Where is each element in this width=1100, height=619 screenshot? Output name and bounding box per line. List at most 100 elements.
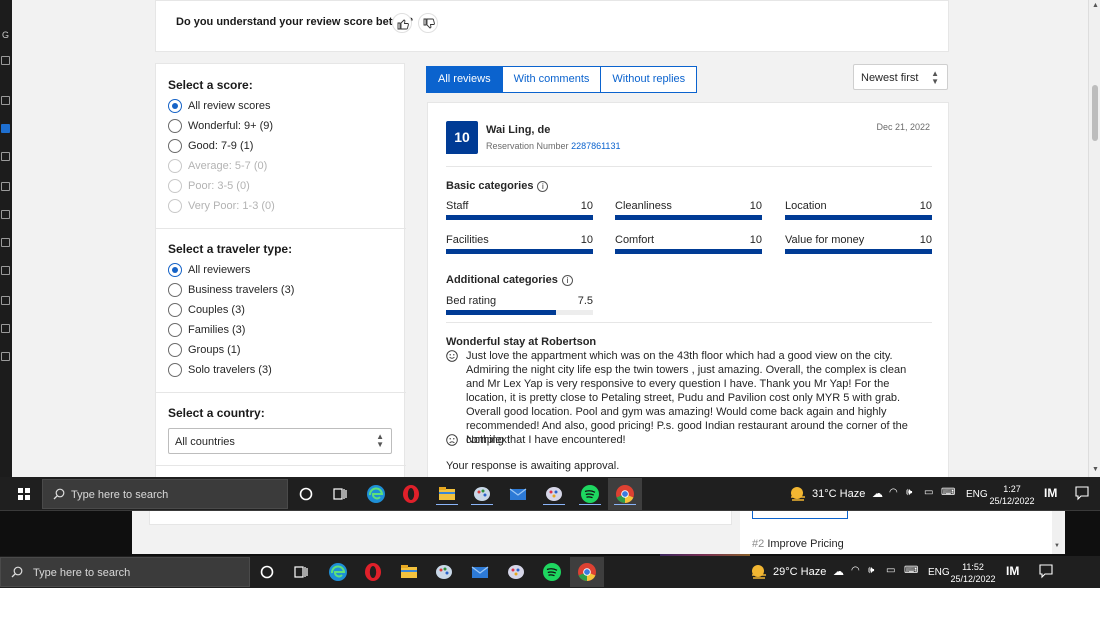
score-option-all[interactable]: All review scores [168, 98, 271, 114]
battery-icon[interactable]: ▭ [886, 565, 895, 576]
weather-sun-icon[interactable] [787, 483, 809, 505]
score-option-wonderful[interactable]: Wonderful: 9+ (9) [168, 118, 273, 134]
page-scrollbar[interactable]: ▲ ▼ [1088, 0, 1100, 477]
radio[interactable] [168, 363, 182, 377]
radio[interactable] [168, 323, 182, 337]
file-explorer-icon[interactable] [398, 561, 420, 583]
tab-all-reviews[interactable]: All reviews [426, 66, 503, 93]
grid-icon[interactable] [1, 56, 10, 65]
chart-icon[interactable] [1, 238, 10, 247]
mail-icon[interactable] [469, 561, 491, 583]
tab-without-replies[interactable]: Without replies [600, 66, 698, 93]
scroll-thumb[interactable] [1092, 85, 1098, 141]
message-icon[interactable] [1, 296, 10, 305]
user-icon[interactable] [1, 324, 10, 333]
windows-start-icon[interactable] [18, 488, 30, 500]
thumbs-down-button[interactable] [418, 13, 438, 33]
traveler-option-groups[interactable]: Groups (1) [168, 342, 241, 358]
volume-icon[interactable]: 🕪 [906, 487, 912, 498]
clock[interactable]: 1:27 25/12/2022 [988, 483, 1036, 507]
opera-icon[interactable] [400, 483, 422, 505]
edge-icon[interactable] [327, 561, 349, 583]
divider [156, 392, 406, 393]
sort-select[interactable]: Newest first ▲ ▼ [853, 64, 948, 90]
radio[interactable] [168, 119, 182, 133]
radio-selected[interactable] [168, 263, 182, 277]
app-tray-icon[interactable]: IM [1006, 564, 1019, 578]
task-view-icon[interactable] [290, 561, 312, 583]
traveler-option-couples[interactable]: Couples (3) [168, 302, 245, 318]
reservation-number-link[interactable]: 2287861131 [571, 141, 620, 151]
traveler-option-all[interactable]: All reviewers [168, 262, 250, 278]
category-label: Value for money [785, 234, 865, 246]
settings-icon[interactable] [1, 266, 10, 275]
outer-button[interactable] [752, 511, 848, 519]
task-view-icon[interactable] [329, 483, 351, 505]
info-icon[interactable]: i [537, 180, 549, 192]
keyboard-icon[interactable]: ⌨ [904, 565, 918, 576]
paint-icon[interactable] [433, 561, 455, 583]
bar-track [615, 215, 762, 220]
scroll-up-icon[interactable]: ▲ [1092, 2, 1099, 9]
home-icon[interactable] [1, 182, 10, 191]
scroll-down-icon[interactable]: ▼ [1054, 543, 1060, 549]
category-value: 10 [919, 234, 932, 246]
outer-scrollbar[interactable]: ▼ [1052, 511, 1062, 554]
improve-item[interactable]: #2 Improve Pricing [752, 538, 844, 550]
chrome-icon[interactable] [576, 561, 598, 583]
weather-text[interactable]: 31°C Haze [812, 488, 865, 500]
language-indicator[interactable]: ENG [928, 567, 950, 578]
opera-icon[interactable] [362, 561, 384, 583]
edge-icon[interactable] [365, 483, 387, 505]
cloud-icon[interactable]: ☁ [872, 487, 883, 500]
traveler-option-solo[interactable]: Solo travelers (3) [168, 362, 272, 378]
paint-icon[interactable] [471, 483, 493, 505]
reviews-icon[interactable] [1, 124, 10, 133]
wifi-icon[interactable]: ◠ [851, 565, 860, 576]
radio-label: All reviewers [188, 264, 251, 276]
thumbs-up-button[interactable] [392, 13, 412, 33]
radio-selected[interactable] [168, 99, 182, 113]
document-icon[interactable] [1, 210, 10, 219]
category-value: 10 [580, 234, 593, 246]
menu-icon[interactable] [1, 96, 10, 105]
spotify-icon[interactable] [541, 561, 563, 583]
score-option-good[interactable]: Good: 7-9 (1) [168, 138, 253, 154]
info-icon[interactable]: i [561, 274, 573, 286]
clock[interactable]: 11:52 25/12/2022 [949, 561, 997, 585]
weather-text[interactable]: 29°C Haze [773, 566, 826, 578]
radio[interactable] [168, 283, 182, 297]
divider [446, 166, 932, 167]
calendar-icon[interactable] [1, 152, 10, 161]
file-explorer-icon[interactable] [436, 483, 458, 505]
app-tray-icon[interactable]: IM [1044, 486, 1057, 500]
mail-icon[interactable] [507, 483, 529, 505]
notifications-icon[interactable] [1074, 485, 1090, 501]
paint-alt-icon[interactable] [543, 483, 565, 505]
traveler-option-families[interactable]: Families (3) [168, 322, 245, 338]
battery-icon[interactable]: ▭ [924, 487, 933, 498]
notifications-icon[interactable] [1038, 563, 1054, 579]
traveler-option-business[interactable]: Business travelers (3) [168, 282, 294, 298]
paint-alt-icon[interactable] [505, 561, 527, 583]
cortana-icon[interactable] [256, 561, 278, 583]
tab-with-comments[interactable]: With comments [501, 66, 602, 93]
weather-sun-icon[interactable] [748, 561, 770, 583]
chrome-icon[interactable] [614, 483, 636, 505]
cortana-icon[interactable] [295, 483, 317, 505]
taskbar-search-input[interactable]: Type here to search [42, 479, 288, 509]
radio[interactable] [168, 303, 182, 317]
wifi-icon[interactable]: ◠ [889, 487, 898, 498]
help-icon[interactable] [1, 352, 10, 361]
scroll-down-icon[interactable]: ▼ [1092, 466, 1099, 473]
radio[interactable] [168, 343, 182, 357]
radio[interactable] [168, 139, 182, 153]
keyboard-icon[interactable]: ⌨ [941, 487, 955, 498]
spotify-icon[interactable] [579, 483, 601, 505]
country-select[interactable]: All countries ▲ ▼ [168, 428, 392, 454]
cloud-icon[interactable]: ☁ [833, 565, 844, 578]
taskbar-search-input[interactable]: Type here to search [0, 557, 250, 587]
volume-icon[interactable]: 🕪 [868, 565, 874, 576]
language-indicator[interactable]: ENG [966, 489, 988, 500]
radio-label: Families (3) [188, 324, 246, 336]
